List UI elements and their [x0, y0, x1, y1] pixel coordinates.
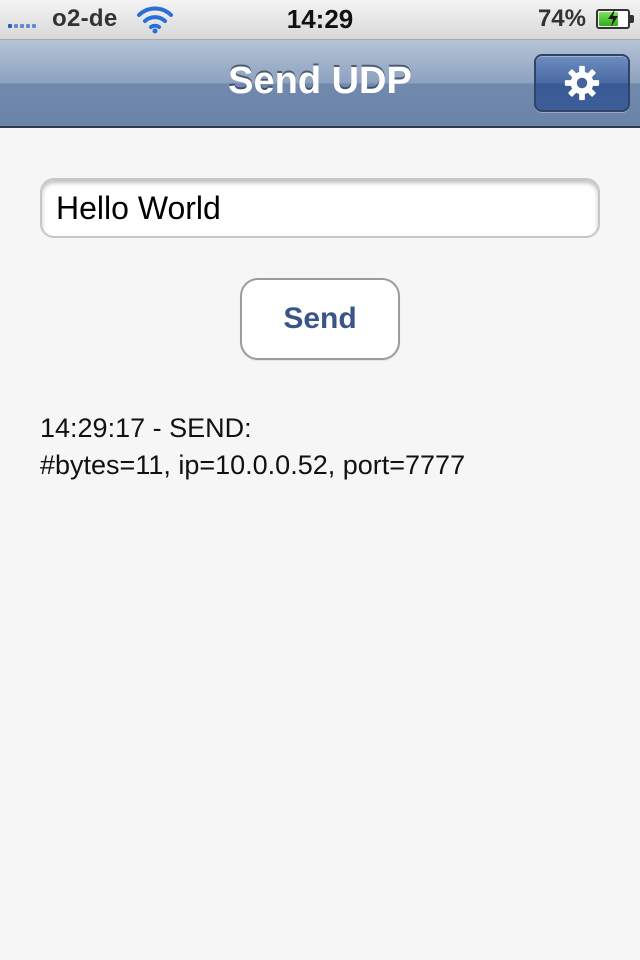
status-bar: o2-de 14:29 74% — [0, 0, 640, 40]
battery-charging-icon — [596, 9, 634, 29]
navigation-bar: Send UDP — [0, 40, 640, 128]
log-line: #bytes=11, ip=10.0.0.52, port=7777 — [40, 450, 466, 480]
gear-icon — [564, 65, 600, 101]
message-input[interactable] — [40, 178, 600, 238]
signal-bars-icon — [8, 24, 36, 28]
settings-button[interactable] — [534, 54, 630, 112]
send-log: 14:29:17 - SEND: #bytes=11, ip=10.0.0.52… — [40, 410, 600, 484]
lightning-bolt-icon — [608, 9, 618, 27]
log-line: 14:29:17 - SEND: — [40, 413, 252, 443]
battery-percentage: 74% — [537, 5, 586, 32]
wifi-icon — [137, 6, 173, 34]
carrier-name: o2-de — [52, 5, 118, 32]
send-button[interactable]: Send — [240, 278, 400, 360]
